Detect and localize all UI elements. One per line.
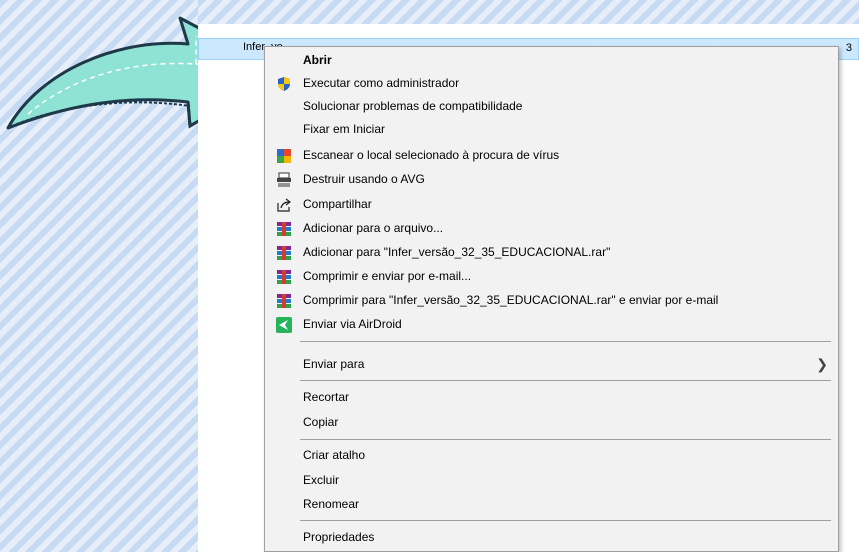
- menu-separator: [300, 380, 831, 381]
- winrar-icon: [277, 294, 291, 308]
- menu-item-abrir[interactable]: Abrir: [265, 49, 838, 72]
- menu-item-label: Criar atalho: [303, 448, 366, 462]
- menu-item-label: Enviar para: [303, 357, 365, 371]
- menu-item-solucionar[interactable]: Solucionar problemas de compatibilidade: [265, 95, 838, 118]
- menu-item-label: Enviar via AirDroid: [303, 317, 402, 331]
- menu-item-renomear[interactable]: Renomear: [265, 493, 838, 516]
- menu-item-adicionar-rar[interactable]: Adicionar para "Infer_versão_32_35_EDUCA…: [265, 241, 838, 264]
- menu-item-label: Solucionar problemas de compatibilidade: [303, 99, 523, 113]
- uac-shield-icon: [278, 77, 290, 91]
- menu-item-compartilhar[interactable]: Compartilhar: [265, 193, 838, 216]
- menu-separator: [300, 341, 831, 342]
- menu-item-copiar[interactable]: Copiar: [265, 411, 838, 434]
- winrar-icon: [277, 222, 291, 236]
- menu-item-label: Executar como administrador: [303, 76, 460, 90]
- menu-item-executar-admin[interactable]: Executar como administrador: [265, 72, 838, 95]
- menu-item-label: Comprimir e enviar por e-mail...: [303, 269, 472, 283]
- chevron-right-icon: ❯: [816, 356, 828, 372]
- menu-item-label: Adicionar para o arquivo...: [303, 221, 444, 235]
- menu-item-label: Escanear o local selecionado à procura d…: [303, 148, 560, 162]
- airdroid-icon: [276, 317, 292, 333]
- menu-item-label: Propriedades: [303, 530, 375, 544]
- avg-icon: [277, 149, 291, 163]
- menu-item-label: Adicionar para "Infer_versão_32_35_EDUCA…: [303, 245, 611, 259]
- menu-item-adicionar-arquivo[interactable]: Adicionar para o arquivo...: [265, 217, 838, 240]
- menu-item-label: Comprimir para "Infer_versão_32_35_EDUCA…: [303, 293, 719, 307]
- menu-item-comprimir-rar-email[interactable]: Comprimir para "Infer_versão_32_35_EDUCA…: [265, 289, 838, 312]
- menu-item-destruir[interactable]: Destruir usando o AVG: [265, 168, 838, 191]
- winrar-icon: [277, 246, 291, 260]
- menu-item-comprimir-email[interactable]: Comprimir e enviar por e-mail...: [265, 265, 838, 288]
- winrar-icon: [277, 270, 291, 284]
- menu-item-label: Abrir: [303, 53, 332, 67]
- menu-item-recortar[interactable]: Recortar: [265, 386, 838, 409]
- menu-separator: [300, 520, 831, 521]
- share-icon: [277, 198, 291, 212]
- menu-item-label: Fixar em Iniciar: [303, 122, 386, 136]
- explorer-header-strip: [198, 0, 859, 24]
- menu-item-label: Compartilhar: [303, 197, 372, 211]
- menu-item-enviar-para[interactable]: Enviar para ❯: [265, 353, 838, 376]
- menu-item-label: Recortar: [303, 390, 350, 404]
- shredder-icon: [277, 172, 291, 187]
- menu-item-label: Copiar: [303, 415, 339, 429]
- menu-item-fixar[interactable]: Fixar em Iniciar: [265, 118, 838, 141]
- menu-item-label: Renomear: [303, 497, 360, 511]
- menu-item-label: Destruir usando o AVG: [303, 172, 425, 186]
- menu-item-airdroid[interactable]: Enviar via AirDroid: [265, 313, 838, 336]
- menu-item-criar-atalho[interactable]: Criar atalho: [265, 444, 838, 467]
- menu-item-propriedades[interactable]: Propriedades: [265, 526, 838, 549]
- menu-item-escanear[interactable]: Escanear o local selecionado à procura d…: [265, 144, 838, 167]
- context-menu: Abrir Executar como administrador Soluci…: [264, 46, 839, 552]
- file-size-text: 3: [845, 42, 852, 54]
- menu-item-excluir[interactable]: Excluir: [265, 469, 838, 492]
- menu-separator: [300, 439, 831, 440]
- menu-item-label: Excluir: [303, 473, 340, 487]
